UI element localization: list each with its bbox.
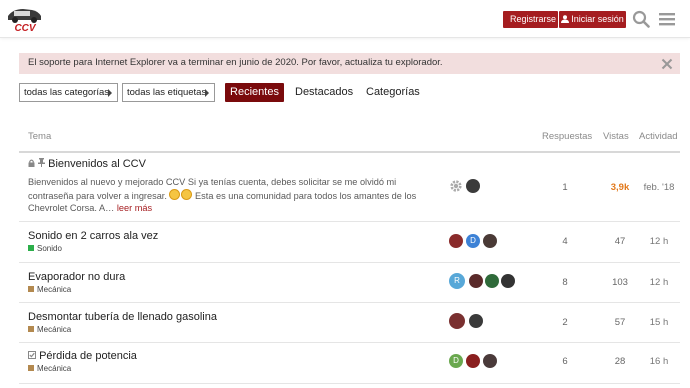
tab-categorias[interactable]: Categorías (366, 83, 420, 102)
hamburger-menu-icon[interactable] (658, 10, 676, 28)
avatar[interactable] (485, 274, 499, 288)
avatar[interactable]: R (449, 273, 465, 289)
category-label: Mecánica (37, 285, 72, 294)
login-label: Iniciar sesión (571, 14, 624, 24)
column-header-replies[interactable]: Respuestas (542, 131, 592, 142)
tab-destacados[interactable]: Destacados (295, 83, 353, 102)
checkbox-icon (28, 351, 36, 359)
views-count: 57 (614, 317, 626, 328)
category-color-swatch (28, 365, 34, 371)
category-badge[interactable]: Sonido (28, 244, 62, 253)
replies-count[interactable]: 6 (550, 356, 580, 367)
avatar[interactable] (449, 313, 465, 329)
categories-dropdown-label: todas las categorías (24, 87, 110, 98)
topic-title[interactable]: Desmontar tubería de llenado gasolina (28, 311, 217, 323)
tab-recientes[interactable]: Recientes (225, 83, 284, 102)
activity-time[interactable]: 12 h (639, 236, 679, 247)
topic-title-text: Bienvenidos al CCV (48, 158, 146, 170)
chevron-right-icon (108, 89, 112, 97)
column-header-topic[interactable]: Tema (28, 131, 51, 142)
search-icon[interactable] (632, 10, 650, 28)
avatar[interactable] (466, 179, 480, 193)
topic-title[interactable]: Evaporador no dura (28, 271, 125, 283)
register-button[interactable]: Registrarse (503, 11, 558, 28)
activity-time[interactable]: feb. '18 (639, 182, 679, 193)
table-row: Evaporador no dura Mecánica R 8 103 12 h (19, 263, 680, 302)
activity-time[interactable]: 12 h (639, 277, 679, 288)
replies-count[interactable]: 1 (550, 182, 580, 193)
table-row: Pérdida de potencia Mecánica D 6 28 16 h (19, 343, 680, 383)
close-icon[interactable] (661, 58, 673, 70)
categories-dropdown[interactable]: todas las categorías (19, 83, 118, 102)
column-header-views[interactable]: Vistas (603, 131, 629, 142)
read-more-link[interactable]: leer más (117, 203, 152, 213)
avatar[interactable] (483, 234, 497, 248)
pin-icon (38, 158, 46, 167)
replies-count[interactable]: 4 (550, 236, 580, 247)
replies-count[interactable]: 2 (550, 317, 580, 328)
replies-count[interactable]: 8 (550, 277, 580, 288)
category-label: Sonido (37, 244, 62, 253)
avatar[interactable]: D (449, 354, 463, 368)
alert-text: El soporte para Internet Explorer va a t… (28, 57, 443, 68)
avatar[interactable] (449, 234, 463, 248)
avatar[interactable] (501, 274, 515, 288)
lock-icon (28, 159, 35, 167)
tags-dropdown[interactable]: todas las etiquetas (122, 83, 215, 102)
chevron-right-icon (205, 89, 209, 97)
tags-dropdown-label: todas las etiquetas (127, 87, 207, 98)
avatar[interactable] (469, 314, 483, 328)
category-label: Mecánica (37, 364, 72, 373)
views-count: 103 (612, 277, 628, 288)
views-count: 3,9k (610, 182, 630, 193)
avatar[interactable] (469, 274, 483, 288)
category-color-swatch (28, 326, 34, 332)
login-button[interactable]: Iniciar sesión (559, 11, 626, 28)
category-color-swatch (28, 286, 34, 292)
smile-emoji-icon (169, 188, 181, 200)
row-divider (19, 383, 680, 384)
table-row: Bienvenidos al CCV Bienvenidos al nuevo … (19, 153, 680, 221)
topic-title[interactable]: Pérdida de potencia (28, 350, 137, 362)
category-badge[interactable]: Mecánica (28, 364, 71, 373)
avatar[interactable] (483, 354, 497, 368)
category-label: Mecánica (37, 325, 72, 334)
topic-title[interactable]: Sonido en 2 carros ala vez (28, 230, 158, 242)
activity-time[interactable]: 16 h (639, 356, 679, 367)
topic-title-text: Pérdida de potencia (39, 350, 137, 362)
gear-icon (450, 180, 462, 192)
category-badge[interactable]: Mecánica (28, 325, 71, 334)
views-count: 47 (614, 236, 626, 247)
table-row: Desmontar tubería de llenado gasolina Me… (19, 303, 680, 342)
site-logo[interactable]: CCV (5, 3, 45, 33)
user-icon (561, 15, 570, 23)
avatar[interactable] (466, 354, 480, 368)
smile-emoji-icon (181, 188, 193, 200)
views-count: 28 (614, 356, 626, 367)
avatar[interactable]: D (466, 234, 480, 248)
site-header: CCV Registrarse Iniciar sesión (0, 0, 690, 38)
topic-excerpt: Bienvenidos al nuevo y mejorado CCV Si y… (28, 176, 443, 215)
category-badge[interactable]: Mecánica (28, 285, 71, 294)
browser-support-alert: El soporte para Internet Explorer va a t… (19, 53, 680, 74)
activity-time[interactable]: 15 h (639, 317, 679, 328)
column-header-activity[interactable]: Actividad (639, 131, 678, 142)
topic-title[interactable]: Bienvenidos al CCV (28, 158, 146, 170)
table-row: Sonido en 2 carros ala vez Sonido D 4 47… (19, 222, 680, 262)
logo-text: CCV (14, 23, 36, 33)
category-color-swatch (28, 245, 34, 251)
